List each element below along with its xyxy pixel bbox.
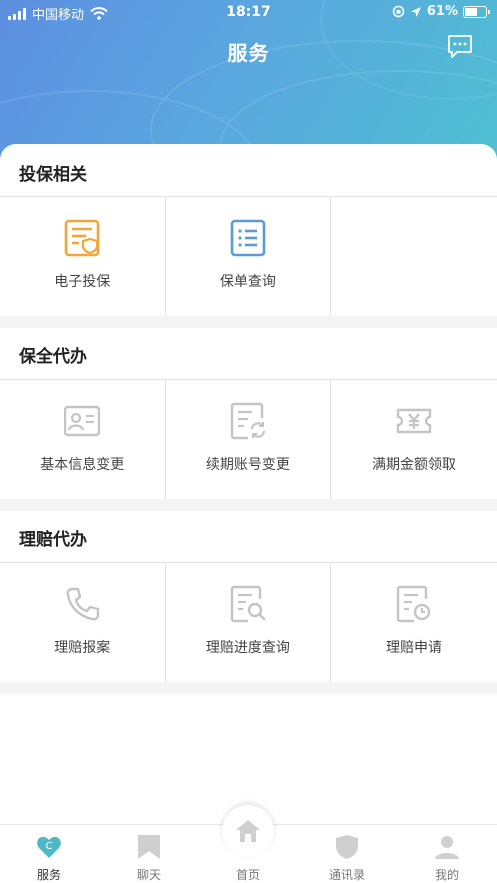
tab-label: 聊天 — [136, 868, 161, 882]
service-claim-report[interactable]: 理赔报案 — [0, 563, 166, 683]
service-label: 理赔进度查询 — [205, 640, 290, 656]
section-title: 投保相关 — [19, 165, 87, 185]
tab-home[interactable]: 首页 — [208, 825, 288, 883]
document-shield-icon — [64, 219, 100, 257]
tab-label: 我的 — [434, 868, 459, 882]
service-renewal-account-change[interactable]: 续期账号变更 — [165, 380, 332, 500]
service-grid: 理赔报案 理赔进度查询 理赔申请 — [0, 562, 497, 683]
section-divider — [0, 682, 497, 694]
service-label: 理赔申请 — [385, 640, 442, 656]
yen-ticket-icon — [396, 408, 432, 434]
tab-chat[interactable]: 聊天 — [109, 825, 189, 883]
battery-icon — [463, 5, 490, 18]
document-clock-icon — [396, 585, 431, 623]
document-refresh-icon — [230, 402, 265, 440]
svg-text:C: C — [46, 841, 53, 852]
tab-label: 通讯录 — [328, 868, 365, 882]
document-search-icon — [230, 585, 266, 623]
service-label: 续期账号变更 — [205, 457, 290, 473]
tab-label: 首页 — [235, 868, 260, 882]
bottom-tab-bar: C 服务 聊天 首页 通讯录 我的 — [0, 805, 497, 883]
status-bar: 中国移动 18:17 61% — [0, 0, 497, 26]
service-grid: 基本信息变更 续期账号变更 满期金额领取 — [0, 379, 497, 500]
service-e-insure[interactable]: 电子投保 — [0, 197, 166, 317]
section-divider — [0, 316, 497, 328]
service-empty-cell — [331, 197, 497, 317]
tab-contacts[interactable]: 通讯录 — [307, 825, 387, 883]
battery-percent: 61% — [426, 4, 458, 19]
service-content: 投保相关 电子投保 保单查询 保全代办 基本信息变更 续期账号变更 满期金额领取… — [0, 144, 497, 824]
service-maturity-claim[interactable]: 满期金额领取 — [331, 380, 497, 500]
section-divider — [0, 499, 497, 511]
service-basic-info-change[interactable]: 基本信息变更 — [0, 380, 166, 500]
tab-mine[interactable]: 我的 — [407, 825, 487, 883]
service-policy-query[interactable]: 保单查询 — [165, 197, 332, 317]
phone-icon — [66, 587, 100, 621]
service-label: 满期金额领取 — [371, 457, 456, 473]
page-title: 服务 — [227, 41, 270, 65]
tab-label: 服务 — [36, 868, 61, 882]
bookmark-icon — [138, 835, 160, 859]
heart-c-icon: C — [37, 836, 61, 858]
section-title: 保全代办 — [19, 347, 87, 367]
id-card-icon — [64, 405, 101, 437]
tab-service[interactable]: C 服务 — [9, 825, 89, 883]
person-icon — [435, 836, 459, 859]
document-list-icon — [230, 219, 266, 257]
service-label: 基本信息变更 — [40, 457, 125, 473]
chat-bubble-icon — [448, 35, 472, 58]
shield-icon — [336, 835, 358, 859]
service-grid: 电子投保 保单查询 — [0, 196, 497, 317]
location-icon — [410, 6, 421, 17]
service-label: 电子投保 — [54, 274, 111, 290]
service-label: 保单查询 — [219, 274, 276, 290]
orientation-lock-icon — [392, 5, 405, 18]
service-claim-progress[interactable]: 理赔进度查询 — [165, 563, 332, 683]
service-label: 理赔报案 — [54, 640, 111, 656]
message-button[interactable] — [447, 33, 473, 59]
section-title: 理赔代办 — [19, 530, 87, 550]
service-claim-apply[interactable]: 理赔申请 — [331, 563, 497, 683]
